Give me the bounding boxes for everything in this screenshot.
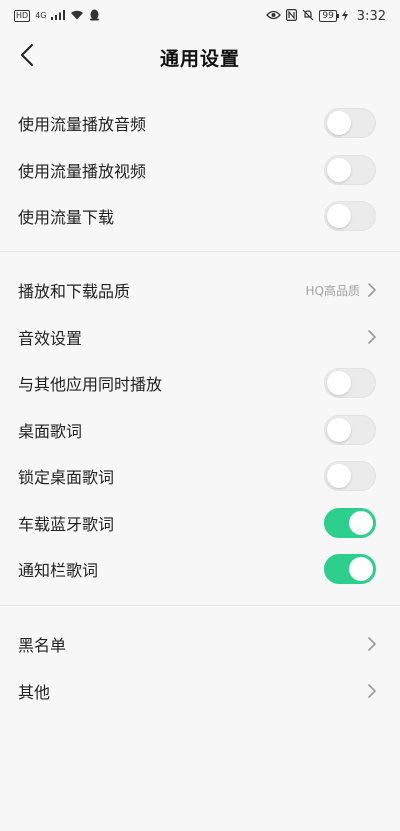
toggle-data-play-video[interactable] (324, 154, 376, 185)
setting-row-data-play-audio: 使用流量播放音频 (0, 100, 400, 147)
toggle-knob (349, 557, 373, 582)
network-type: 4G (35, 11, 47, 20)
setting-row-desktop-lyrics: 桌面歌词 (0, 407, 400, 454)
toggle-desktop-lyrics[interactable] (324, 414, 376, 445)
setting-label: 其他 (18, 682, 51, 702)
setting-label: 与其他应用同时播放 (18, 375, 163, 395)
nfc-icon (286, 9, 298, 23)
setting-label: 黑名单 (18, 636, 67, 656)
toggle-notification-lyrics[interactable] (324, 554, 376, 585)
setting-row-other[interactable]: 其他 (0, 668, 400, 715)
clock: 3:32 (356, 8, 386, 24)
setting-label: 播放和下载品质 (18, 282, 131, 302)
setting-row-lock-desktop-lyrics: 锁定桌面歌词 (0, 453, 400, 500)
toggle-data-play-audio[interactable] (324, 108, 376, 139)
mobile-data-section: 使用流量播放音频 使用流量播放视频 使用流量下载 (0, 100, 400, 240)
toggle-knob (327, 111, 351, 136)
setting-row-data-download: 使用流量下载 (0, 193, 400, 240)
toggle-knob (327, 204, 351, 229)
status-left: HD 4G (14, 9, 100, 23)
toggle-knob (327, 464, 351, 489)
section-divider (0, 605, 400, 606)
toggle-knob (349, 510, 373, 535)
toggle-knob (327, 417, 351, 442)
toggle-knob (327, 157, 351, 182)
toggle-car-bluetooth-lyrics[interactable] (324, 507, 376, 538)
other-section: 黑名单 其他 (0, 621, 400, 714)
qq-icon (89, 9, 100, 23)
chevron-right-icon (368, 637, 376, 652)
eye-icon (266, 10, 282, 22)
mute-icon (302, 9, 314, 23)
setting-row-blacklist[interactable]: 黑名单 (0, 621, 400, 668)
setting-label: 使用流量下载 (18, 208, 115, 228)
page-title: 通用设置 (159, 47, 240, 70)
setting-label: 使用流量播放音频 (18, 115, 147, 135)
chevron-right-icon (368, 283, 376, 298)
status-bar: HD 4G 99 3:32 (0, 0, 400, 32)
nav-bar: 通用设置 (0, 32, 400, 82)
status-right: 99 3:32 (266, 9, 386, 24)
setting-label: 音效设置 (18, 328, 83, 348)
wifi-icon (70, 10, 84, 22)
toggle-knob (327, 371, 351, 396)
toggle-mix-with-others[interactable] (324, 368, 376, 399)
setting-label: 车载蓝牙歌词 (18, 514, 115, 534)
battery-indicator: 99 (319, 10, 340, 22)
setting-label: 通知栏歌词 (18, 561, 99, 581)
chevron-left-icon (20, 44, 34, 70)
playback-section: 播放和下载品质 HQ高品质 音效设置 与其他应用同时播放 桌面歌词 锁定桌面歌词… (0, 267, 400, 593)
setting-row-car-bluetooth-lyrics: 车载蓝牙歌词 (0, 500, 400, 547)
setting-row-sound-effects[interactable]: 音效设置 (0, 314, 400, 361)
toggle-lock-desktop-lyrics[interactable] (324, 461, 376, 492)
row-right: HQ高品质 (306, 282, 376, 299)
setting-row-mix-with-others: 与其他应用同时播放 (0, 360, 400, 407)
setting-label: 使用流量播放视频 (18, 161, 147, 181)
setting-label: 桌面歌词 (18, 421, 83, 441)
chevron-right-icon (368, 329, 376, 344)
setting-row-notification-lyrics: 通知栏歌词 (0, 546, 400, 593)
charging-icon (341, 9, 348, 23)
setting-row-quality[interactable]: 播放和下载品质 HQ高品质 (0, 267, 400, 314)
section-divider (0, 251, 400, 252)
quality-value: HQ高品质 (305, 283, 360, 298)
signal-icon (51, 10, 66, 22)
setting-row-data-play-video: 使用流量播放视频 (0, 147, 400, 194)
chevron-right-icon (368, 683, 376, 698)
toggle-data-download[interactable] (324, 201, 376, 232)
back-button[interactable] (14, 44, 40, 70)
setting-label: 锁定桌面歌词 (18, 468, 115, 488)
hd-badge: HD (14, 10, 31, 22)
